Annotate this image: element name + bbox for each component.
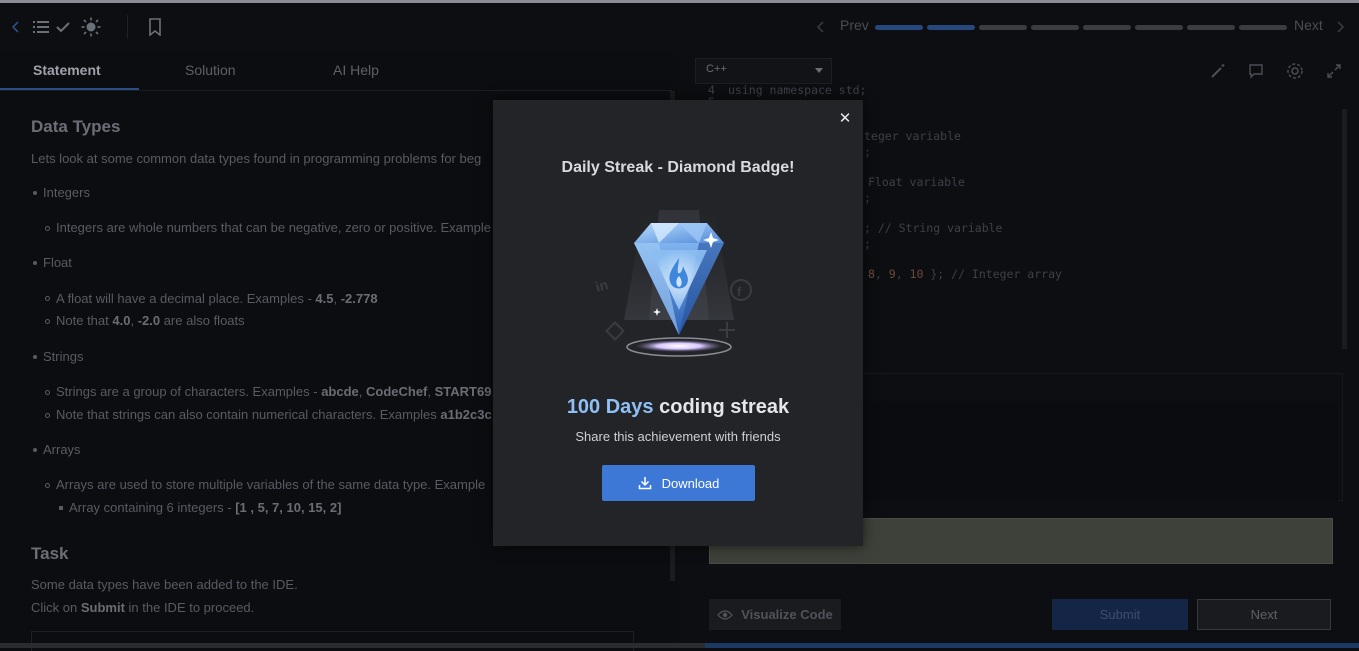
chevron-down-icon <box>815 68 823 73</box>
streak-days: 100 Days <box>566 396 654 418</box>
bullet <box>33 261 37 265</box>
bottom-bar-accent <box>705 643 1359 648</box>
code-line: Float variable <box>868 175 965 189</box>
tab-statement[interactable]: Statement <box>33 62 101 78</box>
download-label: Download <box>661 475 720 491</box>
list-item-strings: Strings <box>43 349 84 364</box>
streak-badge-modal: ✕ Daily Streak - Diamond Badge! in f 100… <box>493 100 863 546</box>
fullscreen-icon[interactable] <box>1324 61 1344 81</box>
page-title: Data Types <box>31 117 121 136</box>
code-line: teger variable <box>864 129 961 143</box>
tab-solution[interactable]: Solution <box>185 62 236 78</box>
eye-icon <box>717 609 734 620</box>
next-link[interactable]: Next <box>1294 17 1323 33</box>
bookmark-icon[interactable] <box>145 17 165 37</box>
list-icon[interactable] <box>31 17 51 37</box>
streak-headline: 100 Days coding streak <box>493 396 863 419</box>
streak-headline-rest: coding streak <box>653 396 790 418</box>
progress-segment[interactable] <box>1031 25 1079 30</box>
back-arrow-icon[interactable] <box>6 17 26 37</box>
arrays-example: Array containing 6 integers - [1 , 5, 7,… <box>69 500 342 515</box>
prev-link[interactable]: Prev <box>840 17 869 33</box>
task-text: Some data types have been added to the I… <box>31 577 298 592</box>
bullet <box>45 226 50 231</box>
comment-icon[interactable] <box>1246 61 1266 81</box>
list-item-float: Float <box>43 255 72 270</box>
bullet <box>45 296 50 301</box>
progress-segment[interactable] <box>1239 25 1287 30</box>
bullet <box>33 355 37 359</box>
toolbar-divider <box>127 15 128 39</box>
close-icon[interactable]: ✕ <box>838 110 852 127</box>
lesson-progress-bar <box>875 25 1287 30</box>
editor-scrollbar[interactable] <box>1342 109 1347 349</box>
code-line: using namespace std; <box>728 83 867 97</box>
submit-button[interactable]: Submit <box>1052 599 1188 630</box>
tab-ai-help[interactable]: AI Help <box>333 62 379 78</box>
progress-segment[interactable] <box>875 25 923 30</box>
float-description: A float will have a decimal place. Examp… <box>56 291 378 306</box>
active-tab-indicator <box>0 88 139 90</box>
bullet <box>45 483 50 488</box>
modal-title: Daily Streak - Diamond Badge! <box>561 159 795 176</box>
code-line: ; // String variable <box>864 221 1003 235</box>
list-item-arrays: Arrays <box>43 442 81 457</box>
bullet <box>45 319 50 324</box>
arrays-description: Arrays are used to store multiple variab… <box>56 477 486 492</box>
bullet <box>33 191 37 195</box>
bullet <box>45 413 50 418</box>
sun-theme-icon[interactable] <box>81 17 101 37</box>
strings-description: Strings are a group of characters. Examp… <box>56 384 492 399</box>
next-button[interactable]: Next <box>1197 599 1331 630</box>
visualize-code-label: Visualize Code <box>741 607 833 622</box>
progress-segment[interactable] <box>1083 25 1131 30</box>
statement-tabs: Statement Solution AI Help <box>0 51 672 91</box>
code-line: 8, 9, 10 }; // Integer array <box>868 267 1062 281</box>
next-chevron-icon[interactable] <box>1330 17 1350 37</box>
task-heading: Task <box>31 544 69 563</box>
language-select-value: C++ <box>706 63 727 75</box>
progress-segment[interactable] <box>1187 25 1235 30</box>
bullet <box>59 506 63 510</box>
bullet <box>45 390 50 395</box>
bottom-bar <box>0 643 705 648</box>
check-icon[interactable] <box>53 17 73 37</box>
list-item-integers: Integers <box>43 185 90 200</box>
progress-segment[interactable] <box>927 25 975 30</box>
magic-wand-icon[interactable] <box>1208 61 1228 81</box>
bullet <box>33 448 37 452</box>
integers-description: Integers are whole numbers that can be n… <box>56 220 492 235</box>
code-line: ; <box>864 191 871 205</box>
task-instruction: Click on Submit in the IDE to proceed. <box>31 600 255 615</box>
progress-segment[interactable] <box>1135 25 1183 30</box>
code-line: ; <box>864 237 871 251</box>
code-line: ; <box>864 145 871 159</box>
download-button[interactable]: Download <box>602 465 755 501</box>
svg-text:in: in <box>594 276 610 295</box>
svg-text:f: f <box>737 284 742 299</box>
gear-icon[interactable] <box>1285 61 1305 81</box>
strings-note: Note that strings can also contain numer… <box>56 407 492 422</box>
float-note: Note that 4.0, -2.0 are also floats <box>56 313 245 328</box>
share-subtitle: Share this achievement with friends <box>575 429 781 444</box>
top-bar: Prev Next <box>0 3 1359 51</box>
prev-chevron-icon[interactable] <box>811 17 831 37</box>
progress-segment[interactable] <box>979 25 1027 30</box>
example-box <box>31 631 634 651</box>
diamond-badge-icon: in f <box>589 210 769 370</box>
visualize-code-button[interactable]: Visualize Code <box>709 599 841 630</box>
intro-text: Lets look at some common data types foun… <box>31 151 482 166</box>
download-icon <box>638 477 651 490</box>
